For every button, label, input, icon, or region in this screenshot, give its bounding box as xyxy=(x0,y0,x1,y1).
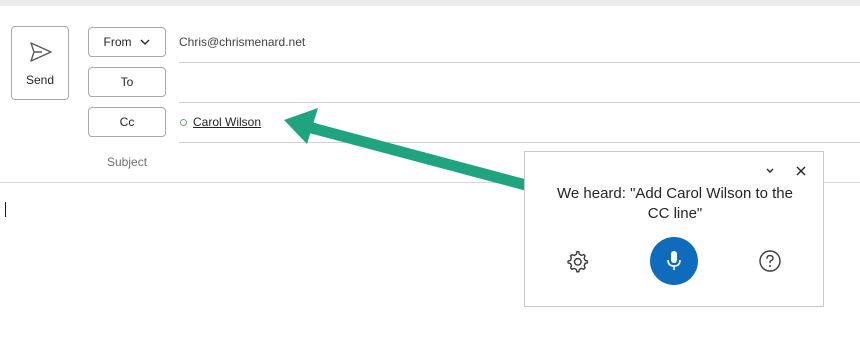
send-label: Send xyxy=(25,73,55,87)
cc-field-underline xyxy=(179,142,860,143)
settings-icon[interactable] xyxy=(565,249,589,273)
help-icon[interactable] xyxy=(758,249,782,273)
cc-button[interactable]: Cc xyxy=(88,107,166,137)
close-icon[interactable] xyxy=(796,166,806,176)
from-button[interactable]: From xyxy=(88,27,166,57)
subject-input[interactable]: Subject xyxy=(107,155,147,169)
microphone-button[interactable] xyxy=(650,237,698,285)
from-divider xyxy=(179,62,860,63)
chevron-down-icon xyxy=(140,39,149,45)
to-label: To xyxy=(120,75,134,89)
to-button[interactable]: To xyxy=(88,67,166,97)
presence-icon xyxy=(180,118,187,126)
dictation-panel: We heard: "Add Carol Wilson to the CC li… xyxy=(524,151,824,307)
collapse-icon[interactable] xyxy=(764,166,776,176)
heard-text: We heard: "Add Carol Wilson to the CC li… xyxy=(557,185,793,222)
cc-recipient-name: Carol Wilson xyxy=(193,115,262,129)
from-address[interactable]: Chris@chrismenard.net xyxy=(179,35,305,49)
top-bar xyxy=(0,0,860,6)
send-button[interactable]: Send xyxy=(11,26,69,100)
cc-recipient-chip[interactable]: Carol Wilson xyxy=(180,115,261,129)
send-icon xyxy=(30,42,52,62)
from-label: From xyxy=(103,35,132,49)
cc-label: Cc xyxy=(119,115,135,129)
text-caret[interactable] xyxy=(5,202,6,217)
to-field-underline[interactable] xyxy=(179,102,860,103)
microphone-icon xyxy=(667,251,681,270)
